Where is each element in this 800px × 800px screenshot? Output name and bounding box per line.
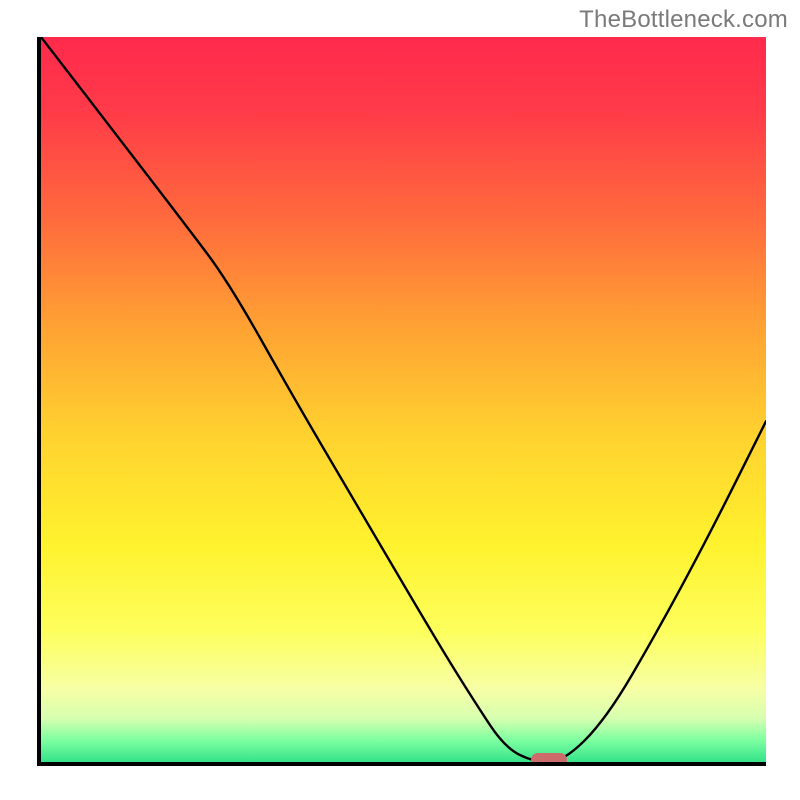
- bottleneck-chart: TheBottleneck.com: [0, 0, 800, 800]
- curve-svg: [41, 37, 766, 762]
- plot-area: [37, 37, 766, 766]
- bottleneck-curve-path: [41, 37, 766, 762]
- watermark-text: TheBottleneck.com: [579, 6, 788, 34]
- optimal-marker: [531, 753, 567, 766]
